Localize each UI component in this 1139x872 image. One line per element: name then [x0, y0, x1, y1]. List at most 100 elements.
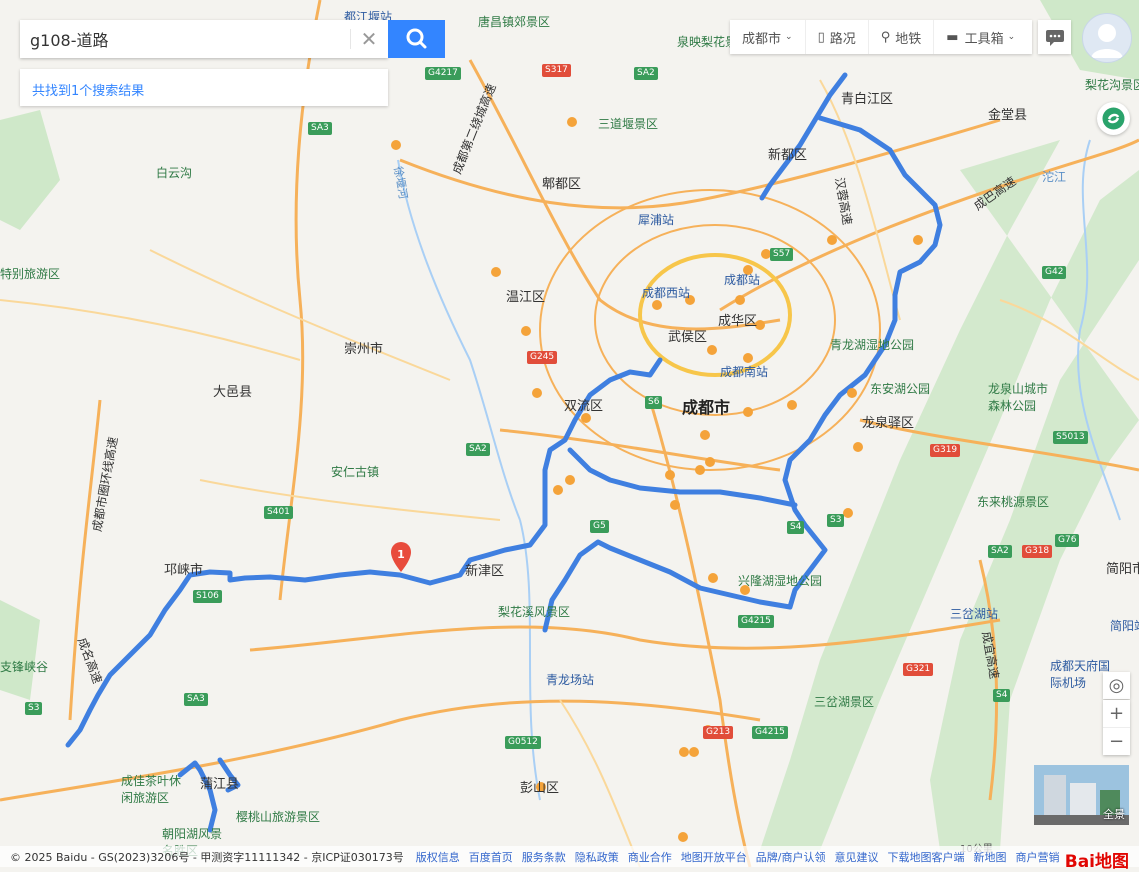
district-label: 郫都区 — [542, 177, 582, 192]
traffic-light-icon: ▯ — [817, 29, 825, 45]
result-count-link[interactable]: 共找到1个搜索结果 — [32, 80, 144, 99]
traffic-label: 路况 — [829, 31, 856, 47]
district-label: 彭山区 — [520, 781, 560, 796]
subway-button[interactable]: ⚲ 地铁 — [869, 20, 935, 54]
poi-label: 梨花沟景区 — [1085, 78, 1139, 92]
district-label: 大邑县 — [213, 385, 253, 400]
footer-link[interactable]: 服务条款 — [522, 849, 566, 865]
road-shield: S401 — [264, 506, 293, 519]
road-shield: SA3 — [308, 122, 332, 135]
district-label: 双流区 — [564, 399, 604, 414]
search-box: ✕ — [20, 20, 388, 58]
poi-label: 成佳茶叶休闲旅游区 — [121, 774, 182, 805]
road-shield: SA2 — [634, 67, 658, 80]
subway-label: 地铁 — [895, 31, 922, 47]
avatar[interactable] — [1082, 13, 1132, 63]
toolbox-label: 工具箱 — [964, 31, 1004, 47]
locate-button[interactable]: ◎ — [1103, 672, 1130, 699]
footer-link[interactable]: 商户营销 — [1016, 849, 1060, 865]
footer-link[interactable]: 新地图 — [974, 849, 1007, 865]
road-label: 沱江 — [1042, 170, 1067, 184]
city-ring-road — [638, 253, 792, 377]
river — [519, 519, 541, 801]
poi-label: 特别旅游区 — [0, 267, 61, 281]
result-panel: 共找到1个搜索结果 — [20, 69, 388, 106]
poi-label: 梨花溪风景区 — [498, 605, 571, 619]
poi-label: 成都天府国际机场 — [1050, 659, 1111, 690]
zoom-in-button[interactable]: + — [1103, 700, 1130, 727]
district-label: 新津区 — [465, 564, 505, 579]
road-shield: SA2 — [466, 443, 490, 456]
poi-label: 东来桃源景区 — [977, 495, 1050, 509]
footer: © 2025 Baidu - GS(2023)3206号 - 甲测资字11111… — [0, 846, 1139, 872]
map-canvas[interactable] — [0, 0, 1139, 867]
road-shield: G318 — [1022, 545, 1053, 558]
footer-link[interactable]: 地图开放平台 — [681, 849, 747, 865]
poi-label: 兴隆湖湿地公园 — [738, 574, 823, 588]
district-label: 温江区 — [506, 290, 546, 305]
road-shield: G4217 — [425, 67, 461, 80]
footer-link[interactable]: 百度首页 — [469, 849, 513, 865]
poi-label: 唐昌镇郊景区 — [478, 15, 551, 29]
baidu-map-logo[interactable]: Bai地图 — [1065, 847, 1129, 872]
poi-label: 成都西站 — [642, 286, 691, 300]
poi-label: 犀浦站 — [638, 213, 675, 227]
poi-label: 三岔湖景区 — [814, 695, 875, 709]
footer-link[interactable]: 商业合作 — [628, 849, 672, 865]
app-logo-icon[interactable] — [1097, 102, 1130, 135]
poi-label: 白云沟 — [156, 166, 193, 180]
district-label: 蒲江县 — [200, 777, 240, 792]
road-shield: S6 — [645, 396, 663, 409]
chat-icon — [1046, 30, 1064, 46]
poi-label: 青龙场站 — [546, 673, 595, 687]
road-shield: S106 — [193, 590, 222, 603]
toolbox-icon: ▬ — [946, 29, 959, 45]
road-shield: S4 — [993, 689, 1011, 702]
traffic-button[interactable]: ▯ 路况 — [806, 20, 869, 54]
poi-label: 成都站 — [724, 273, 761, 287]
poi-label: 支锋峡谷 — [0, 660, 49, 674]
footer-link[interactable]: 品牌/商户认领 — [756, 849, 826, 865]
road-shield: G76 — [1055, 534, 1080, 547]
copyright-text: © 2025 Baidu - GS(2023)3206号 - 甲测资字11111… — [10, 850, 404, 864]
road-shield: S4 — [787, 521, 805, 534]
toolbox-button[interactable]: ▬ 工具箱 ⌄ — [934, 20, 1027, 54]
poi-label: 简阳站 — [1110, 619, 1139, 633]
message-button[interactable] — [1038, 20, 1071, 54]
green-area — [0, 600, 40, 700]
city-selector[interactable]: 成都市 ⌄ — [730, 20, 806, 54]
user-icon — [1091, 24, 1123, 58]
footer-link[interactable]: 下载地图客户端 — [888, 849, 965, 865]
map-toolbar: 成都市 ⌄ ▯ 路况 ⚲ 地铁 ▬ 工具箱 ⌄ — [730, 20, 1032, 54]
district-label: 龙泉驿区 — [862, 416, 915, 431]
district-label: 成华区 — [718, 314, 758, 329]
road-shield: S317 — [542, 64, 571, 77]
footer-link[interactable]: 版权信息 — [416, 849, 460, 865]
zoom-control: + − — [1103, 700, 1130, 755]
search-button[interactable] — [388, 20, 445, 58]
district-label: 金堂县 — [988, 108, 1028, 123]
road-shield: G5 — [590, 520, 609, 533]
road-shield: G0512 — [505, 736, 541, 749]
district-label: 简阳市 — [1106, 562, 1139, 577]
river — [397, 159, 521, 521]
search-input[interactable] — [20, 20, 365, 58]
footer-link[interactable]: 隐私政策 — [575, 849, 619, 865]
road-shield: G213 — [703, 726, 734, 739]
district-label: 新都区 — [768, 148, 808, 163]
panorama-thumbnail[interactable]: 全景 — [1034, 765, 1129, 825]
road-shield: SA3 — [184, 693, 208, 706]
road-shield: S57 — [770, 248, 794, 261]
district-label: 武侯区 — [668, 330, 708, 345]
panorama-label: 全景 — [1103, 808, 1125, 821]
marker-number[interactable]: 1 — [395, 548, 407, 561]
district-label: 崇州市 — [344, 342, 384, 357]
chevron-down-icon: ⌄ — [1007, 32, 1016, 42]
footer-link[interactable]: 意见建议 — [835, 849, 879, 865]
clear-icon[interactable]: ✕ — [350, 29, 379, 49]
city-label: 成都市 — [682, 398, 731, 417]
zoom-out-button[interactable]: − — [1103, 727, 1130, 755]
poi-label: 三道堰景区 — [598, 117, 659, 131]
district-label: 邛崃市 — [164, 563, 204, 578]
poi-label: 东安湖公园 — [870, 382, 931, 396]
